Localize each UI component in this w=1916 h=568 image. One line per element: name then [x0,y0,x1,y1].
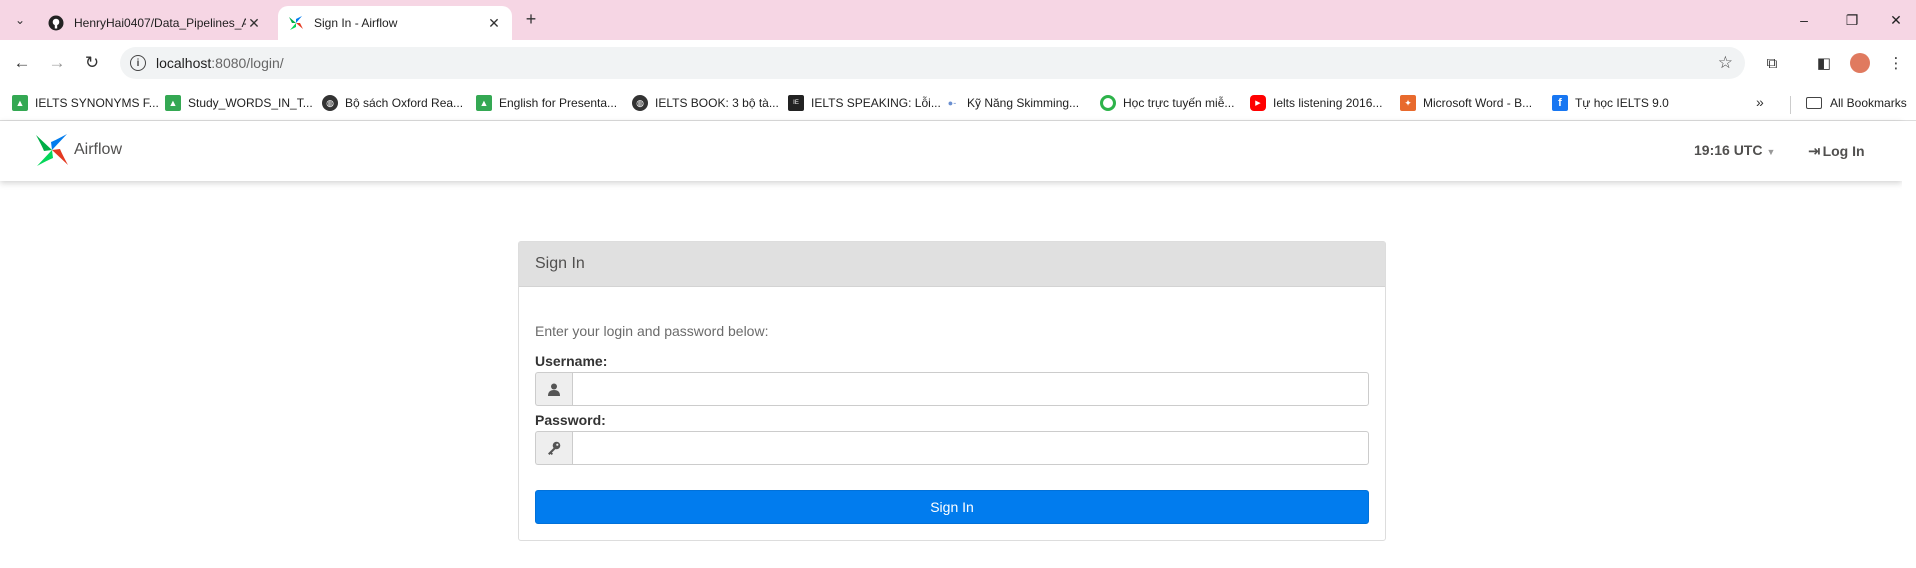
tab-title: Sign In - Airflow [314,16,398,30]
login-link[interactable]: ⇥ Log In [1808,142,1865,160]
bookmark-label: Tự học IELTS 9.0 [1575,96,1669,110]
bookmark-item[interactable]: ◍ Bộ sách Oxford Rea... [322,92,463,114]
panel-title: Sign In [535,255,585,272]
panel-header: Sign In [519,242,1385,287]
password-input[interactable] [572,431,1369,465]
airflow-page: Airflow 19:16 UTC ▼ ⇥ Log In Sign In Enter… [0,121,1916,568]
bookmark-item[interactable]: ▲ English for Presenta... [476,92,617,114]
bookmark-item[interactable]: Học trực tuyến miễ... [1100,92,1234,114]
github-icon [48,15,64,31]
word-icon: ✦ [1400,95,1416,111]
google-drive-icon: ▲ [12,95,28,111]
bookmark-label: IELTS SPEAKING: Lỗi... [811,96,941,110]
password-field-group [535,431,1369,465]
username-label: Username: [535,353,608,369]
bookmark-label: Study_WORDS_IN_T... [188,96,313,110]
bookmark-item[interactable]: ▲ IELTS SYNONYMS F... [12,92,159,114]
page-scrollbar[interactable] [1902,121,1916,568]
password-label: Password: [535,412,606,428]
tab-title: HenryHai0407/Data_Pipelines_A [74,16,246,30]
bookmark-label: Kỹ Năng Skimming... [967,96,1080,110]
bookmarks-bar: ▲ IELTS SYNONYMS F... ▲ Study_WORDS_IN_T..… [0,86,1916,121]
bookmark-item[interactable]: IE IELTS SPEAKING: Lỗi... [788,92,941,114]
extensions-icon[interactable]: ⧉ [1760,51,1784,75]
caret-down-icon: ▼ [1766,147,1776,157]
forward-arrow-icon[interactable]: → [45,51,69,75]
bookmark-item[interactable]: f Tự học IELTS 9.0 [1552,92,1669,114]
login-hint: Enter your login and password below: [535,323,769,339]
browser-chrome: ⌄ HenryHai0407/Data_Pipelines_A ✕ Sign I… [0,0,1916,121]
bookmark-item[interactable]: ✦ Microsoft Word - B... [1400,92,1532,114]
bookmark-label: Bộ sách Oxford Rea... [345,96,464,110]
divider [1790,96,1791,114]
login-panel: Sign In Enter your login and password be… [518,241,1386,541]
tab-search-button[interactable]: ⌄ [8,8,32,32]
bookmark-label: Microsoft Word - B... [1423,96,1533,110]
facebook-icon: f [1552,95,1568,111]
username-field-group [535,372,1369,406]
ielts-icon: IE [788,95,804,111]
address-bar[interactable]: i localhost:8080/login/ ☆ [120,47,1745,79]
google-drive-icon: ▲ [476,95,492,111]
close-icon[interactable]: ✕ [246,15,262,32]
bookmark-star-icon[interactable]: ☆ [1718,53,1733,73]
google-drive-icon: ▲ [165,95,181,111]
username-input[interactable] [572,372,1369,406]
tab-github[interactable]: HenryHai0407/Data_Pipelines_A ✕ [38,6,272,40]
bookmark-label: Ielts listening 2016... [1273,96,1383,110]
airflow-logo-icon [36,134,68,166]
bookmarks-overflow-button[interactable]: » [1756,94,1764,110]
all-bookmarks-label: All Bookmarks [1830,96,1907,110]
reload-icon[interactable]: ↻ [80,51,104,75]
kebab-menu-icon[interactable]: ⋮ [1884,51,1908,75]
folder-icon [1806,97,1822,109]
bookmark-item[interactable]: ▶ Ielts listening 2016... [1250,92,1382,114]
bookmark-label: English for Presenta... [499,96,618,110]
site-icon: ●- [944,95,960,111]
bookmark-label: IELTS BOOK: 3 bộ tà... [655,96,779,110]
bookmark-label: Học trực tuyến miễ... [1123,96,1235,110]
new-tab-button[interactable]: + [520,8,542,30]
url-host: localhost [156,55,212,71]
close-window-button[interactable]: ✕ [1876,8,1916,32]
bookmark-item[interactable]: ◍ IELTS BOOK: 3 bộ tà... [632,92,779,114]
sign-in-icon: ⇥ [1808,143,1821,160]
tab-strip: ⌄ HenryHai0407/Data_Pipelines_A ✕ Sign I… [0,0,1916,40]
airflow-icon [288,15,304,31]
side-panel-icon[interactable]: ◧ [1812,51,1836,75]
restore-button[interactable]: ❐ [1832,8,1872,32]
avatar[interactable] [1848,51,1872,75]
all-bookmarks-button[interactable]: All Bookmarks [1806,92,1907,114]
airflow-navbar: Airflow 19:16 UTC ▼ ⇥ Log In [0,121,1902,181]
url-text[interactable]: localhost:8080/login/ [156,55,284,71]
browser-toolbar: ← → ↻ i localhost:8080/login/ ☆ ⧉ ◧ ⋮ [0,40,1916,86]
url-path: :8080/login/ [211,55,284,71]
back-arrow-icon[interactable]: ← [10,51,34,75]
close-icon[interactable]: ✕ [486,15,502,32]
bookmark-item[interactable]: ●- Kỹ Năng Skimming... [944,92,1079,114]
bookmark-item[interactable]: ▲ Study_WORDS_IN_T... [165,92,313,114]
brand-link[interactable]: Airflow [34,130,122,170]
clock-dropdown[interactable]: 19:16 UTC ▼ [1694,142,1775,158]
green-circle-icon [1100,95,1116,111]
minimize-button[interactable]: – [1784,8,1824,32]
user-icon [535,372,572,406]
clock-text: 19:16 UTC [1694,142,1763,158]
login-label: Log In [1822,143,1865,159]
brand-name: Airflow [74,141,123,158]
globe-icon: ◍ [632,95,648,111]
youtube-icon: ▶ [1250,95,1266,111]
key-icon [535,431,572,465]
globe-icon: ◍ [322,95,338,111]
tab-airflow[interactable]: Sign In - Airflow ✕ [278,6,512,40]
bookmark-label: IELTS SYNONYMS F... [35,96,159,110]
sign-in-button[interactable]: Sign In [535,490,1369,524]
info-icon[interactable]: i [130,55,146,71]
